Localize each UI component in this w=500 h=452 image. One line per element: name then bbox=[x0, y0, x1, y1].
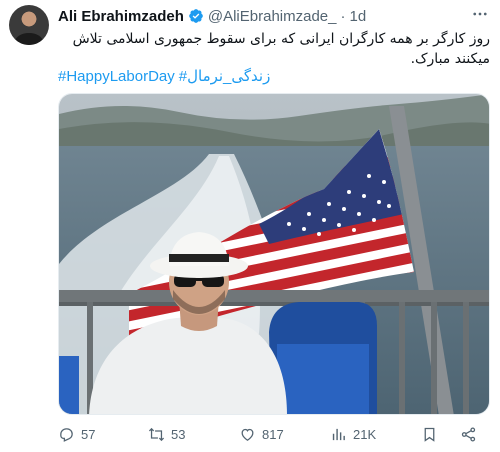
share-icon bbox=[461, 426, 476, 442]
author-handle[interactable]: @AliEbrahimzade_ bbox=[208, 8, 337, 25]
view-count: 21K bbox=[353, 426, 377, 442]
hashtag-link[interactable]: #HappyLaborDay bbox=[58, 68, 175, 85]
avatar[interactable] bbox=[9, 5, 49, 45]
share-button[interactable] bbox=[460, 423, 483, 445]
action-bar: 57 53 817 21K bbox=[58, 423, 490, 445]
photo-boat-flag bbox=[59, 94, 489, 414]
repost-count: 53 bbox=[171, 426, 186, 442]
tweet-text: روز کارگر بر همه کارگران ایرانی که برای … bbox=[72, 31, 490, 67]
hashtag-link[interactable]: #زندگی_نرمال bbox=[179, 68, 271, 85]
views-button[interactable]: 21K bbox=[330, 423, 376, 445]
repost-button[interactable]: 53 bbox=[148, 423, 185, 445]
bookmark-icon bbox=[424, 427, 435, 442]
repost-icon bbox=[148, 427, 165, 441]
views-chart-icon bbox=[332, 428, 345, 440]
like-count: 817 bbox=[262, 426, 284, 442]
hashtag-row: #HappyLaborDay #زندگی_نرمال bbox=[58, 67, 490, 87]
heart-icon bbox=[241, 428, 254, 441]
media-photo[interactable] bbox=[58, 93, 490, 415]
reply-button[interactable]: 57 bbox=[58, 423, 95, 445]
post-time[interactable]: 1d bbox=[349, 8, 366, 25]
reply-count: 57 bbox=[81, 426, 96, 442]
tweet-header: Ali Ebrahimzadeh @AliEbrahimzade_ · 1d bbox=[58, 6, 366, 26]
like-button[interactable]: 817 bbox=[239, 423, 284, 445]
reply-icon bbox=[60, 427, 73, 442]
author-name[interactable]: Ali Ebrahimzadeh bbox=[58, 8, 184, 25]
verified-badge-icon bbox=[189, 9, 203, 23]
tweet[interactable]: Ali Ebrahimzadeh @AliEbrahimzade_ · 1d ر… bbox=[0, 0, 500, 452]
bookmark-button[interactable] bbox=[421, 423, 444, 445]
more-options-icon[interactable] bbox=[470, 4, 490, 24]
header-separator: · bbox=[340, 7, 346, 25]
